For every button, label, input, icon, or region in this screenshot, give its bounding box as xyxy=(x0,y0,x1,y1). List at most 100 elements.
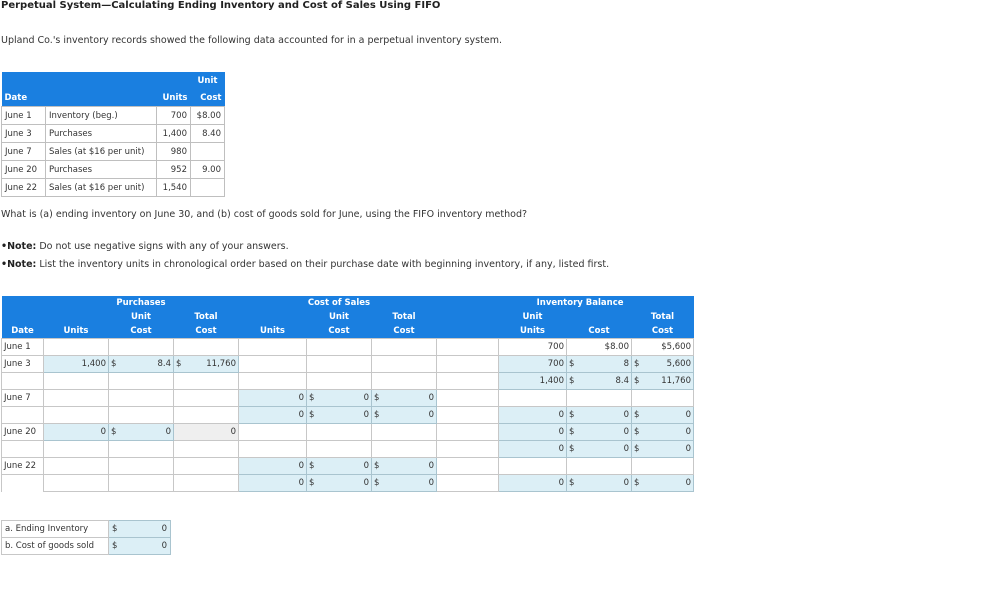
header-date: Date xyxy=(1,324,44,339)
inventory-units-input[interactable]: 1,400 xyxy=(498,372,567,390)
header-unit: Unit xyxy=(108,310,174,324)
purchase-unit-cost-input[interactable]: $8.4 xyxy=(108,355,174,373)
note-text: Do not use negative signs with any of yo… xyxy=(36,241,289,252)
row-date: June 7 xyxy=(1,389,44,407)
row-desc: Purchases xyxy=(45,124,157,143)
inventory-total-input[interactable]: $5,600 xyxy=(631,355,694,373)
inventory-units-input[interactable]: 0 xyxy=(498,440,567,458)
cos-units-input[interactable]: 0 xyxy=(238,457,307,475)
row-units: 980 xyxy=(156,142,191,161)
inventory-total-input[interactable]: $0 xyxy=(631,474,694,492)
inventory-units: 700 xyxy=(498,338,567,356)
purchase-unit-cost-input[interactable]: $0 xyxy=(108,423,174,441)
cos-units-input[interactable]: 0 xyxy=(238,406,307,424)
row-date: June 1 xyxy=(1,338,44,356)
inventory-total-input[interactable]: $0 xyxy=(631,440,694,458)
cos-unit-cost-input[interactable]: $0 xyxy=(306,474,372,492)
purchase-units-input[interactable]: 1,400 xyxy=(43,355,109,373)
header-cost: Cost xyxy=(371,324,437,339)
header-total: Total xyxy=(371,310,437,324)
note-2: •Note: List the inventory units in chron… xyxy=(1,259,609,270)
cos-unit-cost-input[interactable]: $0 xyxy=(306,457,372,475)
header-cost-of-sales: Cost of Sales xyxy=(306,296,372,310)
purchase-units-input[interactable]: 0 xyxy=(43,423,109,441)
note-label: •Note: xyxy=(1,241,37,252)
row-date: June 3 xyxy=(1,355,44,373)
row-units: 1,540 xyxy=(156,178,191,197)
inventory-records-table: Unit Date Units Cost June 1 Inventory (b… xyxy=(1,72,225,197)
table-row: 0 $0 $0 0 $0 $0 xyxy=(1,474,694,492)
cos-total-input[interactable]: $0 xyxy=(371,406,437,424)
row-units: 1,400 xyxy=(156,124,191,143)
row-units: 952 xyxy=(156,160,191,179)
header-cost: Cost xyxy=(631,324,694,339)
inventory-units-input[interactable]: 0 xyxy=(498,474,567,492)
table-row: June 1 Inventory (beg.) 700 $8.00 xyxy=(1,106,225,125)
inventory-unit-cost-input[interactable]: $8 xyxy=(566,355,632,373)
ending-inventory-input[interactable]: $0 xyxy=(108,520,171,538)
row-date: June 1 xyxy=(1,106,46,125)
row-date: June 22 xyxy=(1,457,44,475)
cos-units-input[interactable]: 0 xyxy=(238,389,307,407)
table-row: June 22 Sales (at $16 per unit) 1,540 xyxy=(1,178,225,197)
header-cost: Cost xyxy=(306,324,372,339)
inventory-total-input[interactable]: $0 xyxy=(631,406,694,424)
header-units: Units xyxy=(43,324,109,339)
table-row: June 3 Purchases 1,400 8.40 xyxy=(1,124,225,143)
row-desc: Inventory (beg.) xyxy=(45,106,157,125)
row-desc: Sales (at $16 per unit) xyxy=(45,142,157,161)
table-row: June 22 0 $0 $0 xyxy=(1,457,694,475)
row-desc: Sales (at $16 per unit) xyxy=(45,178,157,197)
header-unit: Unit xyxy=(498,310,567,324)
note-label: •Note: xyxy=(1,259,37,270)
table-row: June 20 Purchases 952 9.00 xyxy=(1,160,225,179)
header-date: Date xyxy=(1,89,46,107)
cos-unit-cost-input[interactable]: $0 xyxy=(306,389,372,407)
row-date: June 20 xyxy=(1,160,46,179)
purchase-total-input[interactable]: $11,760 xyxy=(173,355,239,373)
header-cost: Cost xyxy=(173,324,239,339)
header-units: Units xyxy=(238,324,307,339)
table-row: June 3 1,400 $8.4 $11,760 700 $8 $5,600 xyxy=(1,355,694,373)
table-row: 0 $0 $0 xyxy=(1,440,694,458)
note-text: List the inventory units in chronologica… xyxy=(36,259,610,270)
header-cost: Cost xyxy=(108,324,174,339)
note-1: •Note: Do not use negative signs with an… xyxy=(1,241,289,252)
header-unit: Unit xyxy=(190,72,225,89)
row-cost: 9.00 xyxy=(190,160,225,179)
inventory-total-input[interactable]: $0 xyxy=(631,423,694,441)
row-date: June 20 xyxy=(1,423,44,441)
inventory-unit-cost: $8.00 xyxy=(566,338,632,356)
row-cost: 8.40 xyxy=(190,124,225,143)
header-purchases: Purchases xyxy=(108,296,174,310)
inventory-unit-cost-input[interactable]: $0 xyxy=(566,406,632,424)
inventory-unit-cost-input[interactable]: $8.4 xyxy=(566,372,632,390)
row-units: 700 xyxy=(156,106,191,125)
inventory-units-input[interactable]: 0 xyxy=(498,423,567,441)
cos-total-input[interactable]: $0 xyxy=(371,389,437,407)
inventory-unit-cost-input[interactable]: $0 xyxy=(566,474,632,492)
cos-units-input[interactable]: 0 xyxy=(238,474,307,492)
answers-table: a. Ending Inventory $0 b. Cost of goods … xyxy=(1,520,171,555)
inventory-total-input[interactable]: $11,760 xyxy=(631,372,694,390)
table-row: June 1 700 $8.00 $5,600 xyxy=(1,338,694,356)
inventory-units-input[interactable]: 700 xyxy=(498,355,567,373)
inventory-unit-cost-input[interactable]: $0 xyxy=(566,423,632,441)
table-row: June 7 0 $0 $0 xyxy=(1,389,694,407)
header-cost: Cost xyxy=(566,324,632,339)
cos-total-input[interactable]: $0 xyxy=(371,457,437,475)
header-total: Total xyxy=(173,310,239,324)
inventory-unit-cost-input[interactable]: $0 xyxy=(566,440,632,458)
cos-total-input[interactable]: $0 xyxy=(371,474,437,492)
row-date: June 7 xyxy=(1,142,46,161)
fifo-table: Purchases Cost of Sales Inventory Balanc… xyxy=(1,296,694,492)
inventory-units-input[interactable]: 0 xyxy=(498,406,567,424)
question-text: What is (a) ending inventory on June 30,… xyxy=(1,209,528,220)
row-date: June 3 xyxy=(1,124,46,143)
row-cost xyxy=(190,178,225,197)
row-cost: $8.00 xyxy=(190,106,225,125)
table-row: b. Cost of goods sold $0 xyxy=(1,537,171,555)
cos-unit-cost-input[interactable]: $0 xyxy=(306,406,372,424)
cogs-input[interactable]: $0 xyxy=(108,537,171,555)
table-row: 1,400 $8.4 $11,760 xyxy=(1,372,694,390)
